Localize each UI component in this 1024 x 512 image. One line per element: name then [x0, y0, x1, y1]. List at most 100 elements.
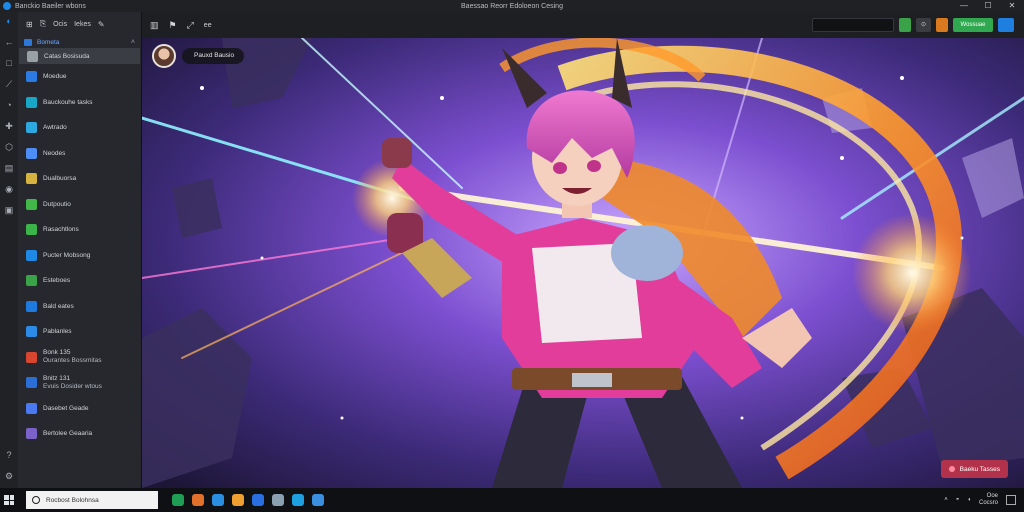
windows-logo-icon [4, 495, 14, 505]
minimize-button[interactable]: — [952, 0, 976, 12]
maximize-button[interactable]: ☐ [976, 0, 1000, 12]
anime-artwork [142, 38, 1024, 488]
window-center-title: Baessao Reorr Edoloeon Cesing [461, 2, 563, 10]
sidebar-item[interactable]: Awtrado [18, 115, 141, 141]
sidebar-item[interactable]: Dasebet Geade [18, 396, 141, 422]
sidebar-item-icon [26, 402, 37, 414]
sidebar-item-label: Catas Bosisuda [44, 52, 90, 60]
sidebar-item[interactable]: Catas Bosisuda [19, 48, 140, 64]
sidebar-tab-1[interactable]: Ocis [53, 21, 67, 28]
taskbar-app-icon[interactable] [312, 494, 324, 506]
clock[interactable]: Ooe Cocsro [979, 493, 998, 507]
primary-action-button[interactable]: Wossuae [953, 18, 993, 32]
sidebar-item-label: Neodes [43, 149, 66, 157]
sidebar-item-icon [26, 377, 37, 389]
chevron-up-icon[interactable]: ˄ [131, 39, 135, 46]
taskbar-app-icon[interactable] [192, 494, 204, 506]
toolbar-search-input[interactable] [811, 18, 894, 32]
pen-icon[interactable]: ⟋ [4, 79, 15, 90]
taskbar-app-icon[interactable] [212, 494, 224, 506]
sidebar-item-icon [26, 198, 37, 210]
sidebar-item-label: Dualbuorsa [43, 175, 77, 183]
taskbar: Rocbost Bolohnsa ˄ ◓ ◖ Ooe Cocsro [0, 488, 1024, 512]
sidebar-item-label: Pablanles [43, 328, 72, 336]
person-icon[interactable]: ◉ [4, 184, 15, 195]
avatar[interactable] [152, 44, 176, 68]
shield-icon[interactable]: ⬡ [4, 142, 15, 153]
help-icon[interactable]: ? [4, 450, 15, 461]
sidebar-item[interactable]: Bald eates [18, 294, 141, 320]
toolbar-label[interactable]: ee [204, 22, 212, 29]
image-icon[interactable]: ▣ [4, 205, 15, 216]
content-toolbar: ▥ ⚑ ⤢ ee ⊙ Wossuae [142, 12, 1024, 38]
sidebar-item-icon [26, 428, 37, 440]
sidebar-item-icon [26, 275, 37, 287]
sidebar-item-icon [26, 326, 37, 338]
taskbar-app-icon[interactable] [292, 494, 304, 506]
clock-icon[interactable]: ◔ [4, 100, 15, 111]
sidebar-tab-2[interactable]: Iekes [74, 21, 91, 28]
sidebar-item[interactable]: Bonk 135 Ourantes Bossmitas [18, 345, 141, 371]
user-chip[interactable]: Pauxd Bausio [152, 44, 245, 68]
sidebar-item[interactable]: Esteboes [18, 268, 141, 294]
taskbar-app-icon[interactable] [232, 494, 244, 506]
taskbar-search-input[interactable]: Rocbost Bolohnsa [26, 491, 158, 509]
sidebar-item[interactable]: Bauckouhe tasks [18, 90, 141, 116]
copy-icon[interactable]: ⎘ [40, 19, 46, 29]
settings-icon[interactable]: ⚙ [4, 471, 15, 482]
sidebar-item[interactable]: Neodes [18, 141, 141, 167]
app-logo-icon [3, 2, 11, 10]
sidebar-section-header[interactable]: Bometa ˄ [18, 36, 141, 48]
sidebar-item[interactable]: Pablanles [18, 319, 141, 345]
sidebar-item[interactable]: Pucter Mobsong [18, 243, 141, 269]
volume-icon[interactable]: ◖ [967, 497, 971, 503]
clock-time: Ooe [986, 493, 998, 499]
sidebar-item[interactable]: Moedue [18, 64, 141, 90]
book-icon[interactable]: ▤ [4, 163, 15, 174]
puzzle-icon[interactable]: ✚ [4, 121, 15, 132]
chevron-up-icon[interactable]: ˄ [944, 497, 948, 503]
sidebar-toggle-icon[interactable]: ▥ [150, 20, 159, 31]
sidebar-item-label: Bauckouhe tasks [43, 98, 93, 106]
main-content: ▥ ⚑ ⤢ ee ⊙ Wossuae Pauxd Bausio Baeku Ta… [142, 12, 1024, 488]
account-button[interactable] [998, 18, 1014, 32]
sidebar-item-label: Bonk 135 [43, 349, 71, 357]
sidebar-item-sublabel: Evuis Dosider wtous [43, 382, 102, 390]
more-button[interactable]: ⊙ [915, 18, 931, 32]
sidebar-item-icon [26, 71, 37, 83]
back-icon[interactable]: ← [4, 37, 15, 48]
share-button[interactable] [936, 18, 948, 32]
sidebar-item-label: Pucter Mobsong [43, 251, 91, 259]
pin-icon[interactable]: ✎ [98, 20, 105, 29]
taskbar-app-icon[interactable] [172, 494, 184, 506]
square-icon[interactable]: □ [4, 58, 15, 69]
browser-icon[interactable]: ◐ [4, 16, 15, 27]
sidebar-item-icon [26, 122, 37, 134]
search-icon [32, 496, 40, 504]
sidebar: ⊞ ⎘ Ocis Iekes ✎ Bometa ˄ Catas Bosisuda… [18, 12, 142, 488]
taskbar-pinned-apps [172, 494, 324, 506]
sidebar-item-label: Bnitz 131 [43, 374, 71, 382]
download-button[interactable] [898, 18, 911, 32]
taskbar-app-icon[interactable] [272, 494, 284, 506]
sidebar-item-label: Esteboes [43, 277, 71, 285]
sidebar-item-icon [26, 300, 37, 312]
start-button[interactable] [0, 488, 18, 512]
close-button[interactable]: ✕ [1000, 0, 1024, 12]
sidebar-item[interactable]: Rasachtlons [18, 217, 141, 243]
fullscreen-icon[interactable]: ⤢ [187, 20, 194, 31]
taskbar-app-icon[interactable] [252, 494, 264, 506]
layout-icon[interactable]: ⊞ [26, 20, 33, 29]
sidebar-item-icon [26, 173, 37, 185]
flag-icon[interactable]: ⚑ [169, 20, 177, 31]
notifications-icon[interactable] [1006, 495, 1016, 505]
sidebar-section-title: Bometa [37, 38, 60, 46]
sidebar-item[interactable]: Dutpoutio [18, 192, 141, 218]
sidebar-item[interactable]: Dualbuorsa [18, 166, 141, 192]
sidebar-item-icon [27, 50, 38, 62]
floating-action-button[interactable]: Baeku Tasses [940, 460, 1008, 478]
sidebar-item[interactable]: Bnitz 131 Evuis Dosider wtous [18, 370, 141, 396]
network-icon[interactable]: ◓ [956, 497, 960, 503]
sidebar-item-sublabel: Ourantes Bossmitas [43, 357, 102, 365]
sidebar-item[interactable]: Bertolee Geaaria [18, 421, 141, 447]
